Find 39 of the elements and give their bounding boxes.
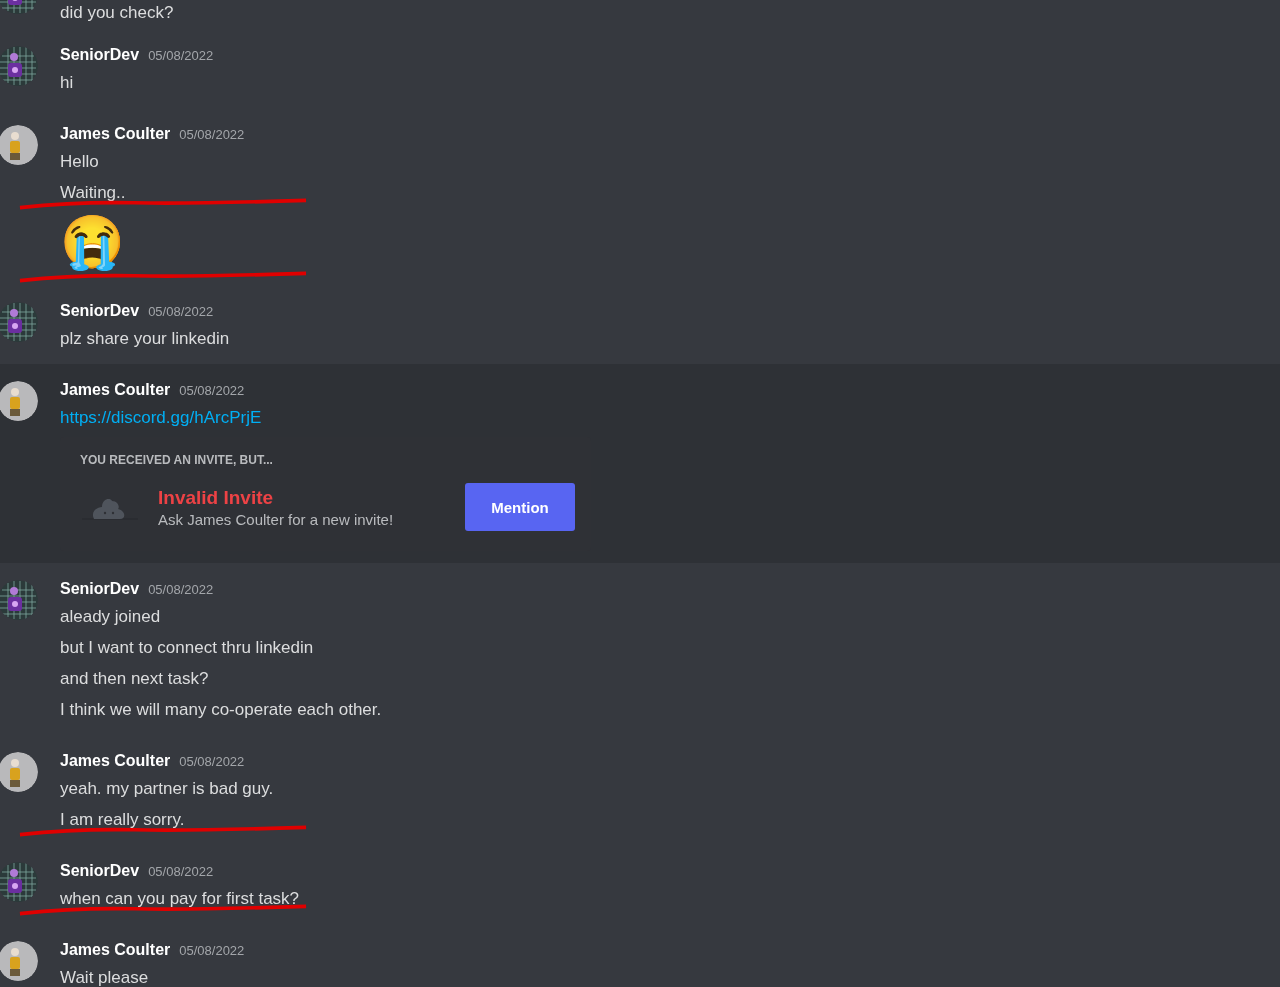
avatar-icon[interactable] <box>0 125 38 165</box>
message-text: hi <box>60 73 74 92</box>
username[interactable]: SeniorDev <box>60 302 140 320</box>
message-text: Wait please <box>60 968 149 987</box>
message-text: but I want to connect thru linkedin <box>60 638 314 657</box>
message-text: yeah. my partner is bad guy. <box>60 779 274 798</box>
timestamp: 05/08/2022 <box>148 582 214 597</box>
avatar-icon[interactable] <box>0 381 38 421</box>
timestamp: 05/08/2022 <box>148 48 214 63</box>
avatar-icon[interactable] <box>0 752 38 792</box>
message-text: aleady joined <box>60 607 161 626</box>
invite-heading: YOU RECEIVED AN INVITE, BUT... <box>80 453 274 467</box>
avatar-icon[interactable] <box>0 941 38 981</box>
message-text: Hello <box>60 152 99 171</box>
timestamp: 05/08/2022 <box>148 304 214 319</box>
timestamp: 05/08/2022 <box>179 943 245 958</box>
invite-status: Invalid Invite <box>158 486 275 509</box>
username[interactable]: James Coulter <box>60 381 171 399</box>
message-text: Waiting.. <box>60 183 126 202</box>
username[interactable]: SeniorDev <box>60 862 140 880</box>
message-text: and then next task? <box>60 669 209 688</box>
invite-hint: Ask James Coulter for a new invite! <box>158 510 395 528</box>
crying-emoji: 😭 <box>60 212 125 273</box>
mention-button[interactable]: Mention <box>465 483 575 531</box>
timestamp: 05/08/2022 <box>148 864 214 879</box>
message-text: I am really sorry. <box>60 810 185 829</box>
timestamp: 05/08/2022 <box>179 127 245 142</box>
invite-link[interactable]: https://discord.gg/hArcPrjE <box>60 408 262 427</box>
username[interactable]: James Coulter <box>60 941 171 959</box>
username[interactable]: SeniorDev <box>60 46 140 64</box>
message-text: when can you pay for first task? <box>60 889 300 908</box>
message-text: plz share your linkedin <box>60 329 230 348</box>
username[interactable]: James Coulter <box>60 752 171 770</box>
message-text: did you check? <box>60 3 174 22</box>
timestamp: 05/08/2022 <box>179 754 245 769</box>
username[interactable]: SeniorDev <box>60 580 140 598</box>
message-text: I think we will many co-operate each other. <box>60 700 382 719</box>
timestamp: 05/08/2022 <box>179 383 245 398</box>
username[interactable]: James Coulter <box>60 125 171 143</box>
